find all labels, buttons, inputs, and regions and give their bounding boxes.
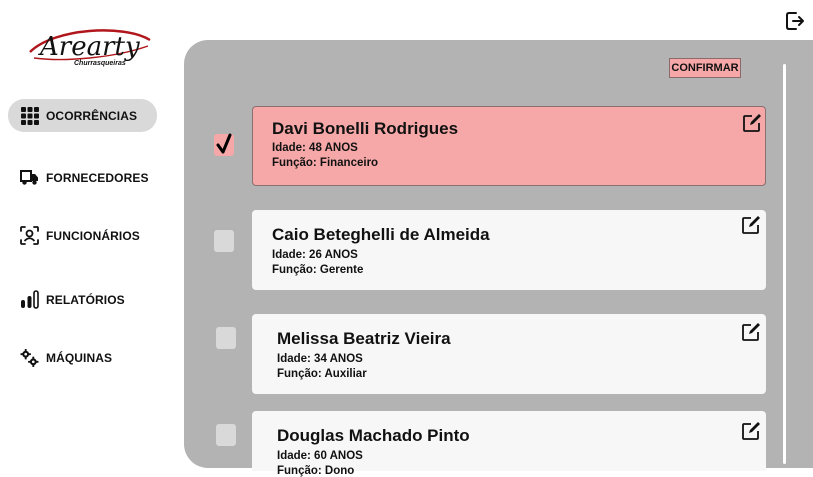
employee-card[interactable]: Davi Bonelli Rodrigues Idade: 48 ANOS Fu…: [252, 106, 766, 186]
employee-name: Caio Beteghelli de Almeida: [272, 225, 490, 244]
sidebar-item-funcionarios[interactable]: FUNCIONÁRIOS: [8, 219, 157, 252]
edit-icon[interactable]: [741, 421, 761, 441]
person-scan-icon: [20, 226, 39, 245]
sidebar-item-label: OCORRÊNCIAS: [46, 108, 138, 123]
employee-age: Idade: 26 ANOS: [272, 249, 358, 261]
employee-age: Idade: 34 ANOS: [277, 353, 363, 365]
grid-icon: [20, 106, 39, 125]
employee-card[interactable]: Melissa Beatriz Vieira Idade: 34 ANOS Fu…: [252, 314, 766, 394]
row-checkbox[interactable]: [216, 424, 236, 446]
employee-name: Melissa Beatriz Vieira: [277, 329, 451, 348]
sidebar-item-maquinas[interactable]: MÁQUINAS: [8, 341, 157, 374]
employee-role: Função: Gerente: [272, 264, 364, 276]
row-checkbox[interactable]: [214, 230, 234, 252]
gears-icon: [20, 348, 39, 367]
sidebar-item-label: MÁQUINAS: [46, 350, 113, 365]
employee-name: Davi Bonelli Rodrigues: [272, 119, 459, 138]
bar-chart-icon: [20, 290, 39, 309]
employee-card[interactable]: Douglas Machado Pinto Idade: 60 ANOS Fun…: [252, 411, 766, 477]
sidebar-item-relatorios[interactable]: RELATÓRIOS: [8, 283, 157, 316]
employee-name: Douglas Machado Pinto: [277, 426, 470, 445]
sidebar-item-label: FORNECEDORES: [46, 170, 149, 185]
edit-icon[interactable]: [741, 215, 761, 235]
edit-icon[interactable]: [742, 113, 762, 133]
employee-role: Função: Financeiro: [272, 157, 379, 169]
sidebar: OCORRÊNCIAS FORNECEDORES FUNCIONÁRIOS RE…: [0, 0, 170, 471]
sidebar-item-fornecedores[interactable]: FORNECEDORES: [8, 161, 157, 194]
edit-icon[interactable]: [741, 322, 761, 342]
employee-role: Função: Dono: [277, 465, 355, 477]
confirm-button[interactable]: CONFIRMAR: [669, 58, 741, 78]
truck-icon: [20, 168, 39, 187]
logout-icon[interactable]: [784, 10, 806, 32]
row-checkbox[interactable]: [214, 133, 234, 156]
scrollbar[interactable]: [783, 64, 786, 464]
sidebar-item-label: RELATÓRIOS: [46, 292, 125, 307]
employee-age: Idade: 48 ANOS: [272, 142, 358, 154]
row-checkbox[interactable]: [216, 327, 236, 349]
employee-role: Função: Auxiliar: [277, 368, 367, 380]
employee-age: Idade: 60 ANOS: [277, 450, 363, 462]
employee-card[interactable]: Caio Beteghelli de Almeida Idade: 26 ANO…: [252, 210, 766, 290]
sidebar-item-ocorrencias[interactable]: OCORRÊNCIAS: [8, 99, 157, 132]
sidebar-item-label: FUNCIONÁRIOS: [46, 228, 140, 243]
checkmark-icon: [216, 133, 232, 154]
